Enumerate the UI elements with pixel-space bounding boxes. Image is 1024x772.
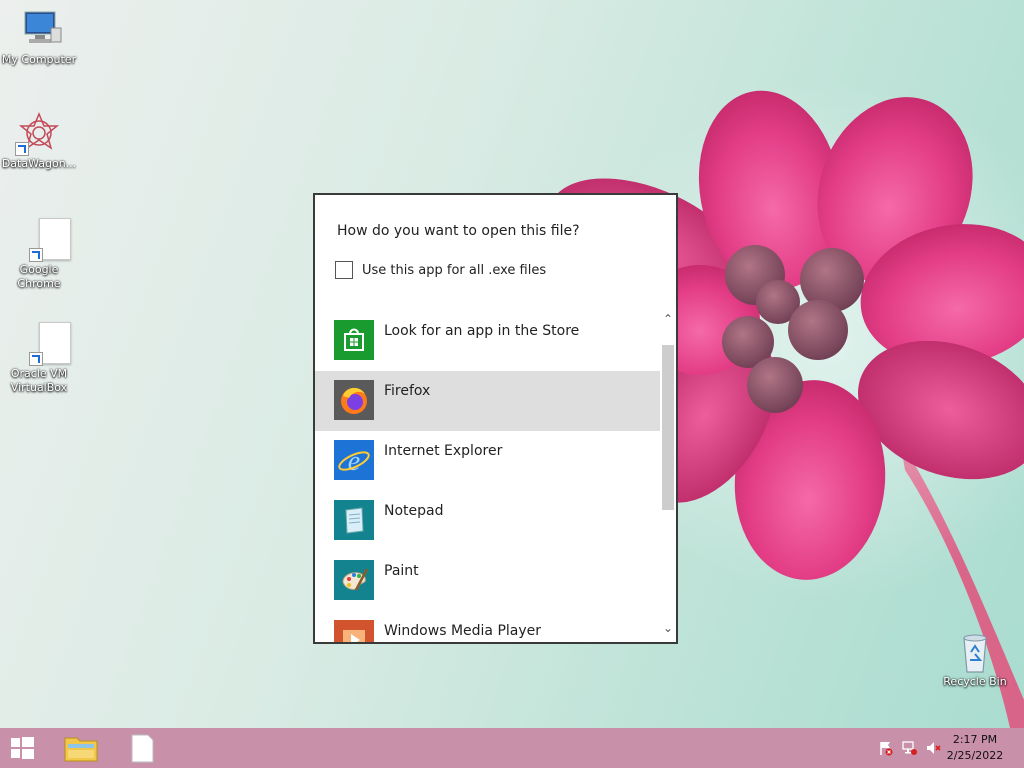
document-icon	[15, 218, 71, 262]
recycle-bin-icon	[951, 630, 999, 674]
app-item-windows-media-player[interactable]: Windows Media Player	[315, 611, 660, 642]
shortcut-arrow-icon	[29, 248, 43, 262]
app-item-label: Look for an app in the Store	[384, 323, 580, 339]
system-tray: 2:17 PM 2/25/2022	[864, 728, 1024, 768]
scroll-up-icon[interactable]: ⌃	[660, 311, 676, 327]
desktop-icon-oracle-vm-virtualbox[interactable]: Oracle VM VirtualBox	[0, 322, 78, 395]
app-item-paint[interactable]: Paint	[315, 551, 660, 611]
desktop-icon-datawagon[interactable]: DataWagon...	[0, 112, 78, 171]
app-item-label: Notepad	[384, 503, 444, 519]
shortcut-arrow-icon	[15, 142, 29, 156]
document-icon	[15, 322, 71, 366]
app-item-label: Firefox	[384, 383, 431, 399]
windows-logo-icon	[11, 737, 34, 759]
taskbar-document[interactable]	[116, 728, 170, 768]
remember-choice-checkbox[interactable]	[335, 261, 353, 279]
desktop-icon-recycle-bin[interactable]: Recycle Bin	[936, 630, 1014, 689]
clock[interactable]: 2:17 PM 2/25/2022	[940, 732, 1010, 764]
remember-choice-option[interactable]: Use this app for all .exe files	[335, 259, 546, 281]
scroll-down-icon[interactable]: ⌄	[660, 620, 676, 636]
shortcut-arrow-icon	[29, 352, 43, 366]
app-item-store[interactable]: Look for an app in the Store	[315, 311, 660, 371]
store-icon	[334, 320, 374, 360]
notepad-icon	[334, 500, 374, 540]
clock-time: 2:17 PM	[952, 733, 998, 746]
network-icon[interactable]	[902, 740, 918, 756]
app-item-label: Paint	[384, 563, 419, 579]
app-item-firefox[interactable]: Firefox	[315, 371, 660, 431]
scroll-thumb[interactable]	[662, 345, 674, 510]
taskbar: 2:17 PM 2/25/2022	[0, 728, 1024, 768]
firefox-icon	[334, 380, 374, 420]
open-with-dialog: How do you want to open this file? Use t…	[313, 193, 678, 644]
app-item-label: Internet Explorer	[384, 443, 503, 459]
desktop-icon-my-computer[interactable]: My Computer	[0, 8, 78, 67]
document-icon	[131, 734, 154, 763]
datawagon-icon	[15, 112, 63, 156]
app-item-notepad[interactable]: Notepad	[315, 491, 660, 551]
app-list-scrollbar[interactable]: ⌃ ⌄	[660, 311, 676, 642]
remember-choice-label[interactable]: Use this app for all .exe files	[362, 263, 546, 278]
clock-date: 2/25/2022	[946, 749, 1004, 762]
start-button[interactable]	[0, 728, 48, 768]
taskbar-file-explorer[interactable]	[54, 728, 108, 768]
app-list: Look for an app in the Store Firefox e I…	[315, 311, 660, 642]
desktop: My Computer DataWagon... Google Chrome O…	[0, 0, 1024, 728]
app-item-label: Windows Media Player	[384, 623, 542, 639]
desktop-icon-label: DataWagon...	[1, 157, 77, 170]
desktop-icon-label: Google Chrome	[17, 263, 61, 290]
desktop-icon-label: Oracle VM VirtualBox	[10, 367, 68, 394]
my-computer-icon	[15, 8, 63, 52]
dialog-question: How do you want to open this file?	[337, 223, 580, 239]
svg-text:e: e	[348, 446, 360, 477]
desktop-icon-google-chrome[interactable]: Google Chrome	[0, 218, 78, 291]
folder-icon	[64, 737, 98, 762]
media-player-icon	[334, 620, 374, 642]
internet-explorer-icon: e	[334, 440, 374, 480]
app-item-internet-explorer[interactable]: e Internet Explorer	[315, 431, 660, 491]
action-center-flag-icon[interactable]	[878, 740, 894, 756]
desktop-icon-label: Recycle Bin	[943, 675, 1007, 688]
desktop-icon-label: My Computer	[1, 53, 77, 66]
paint-icon	[334, 560, 374, 600]
